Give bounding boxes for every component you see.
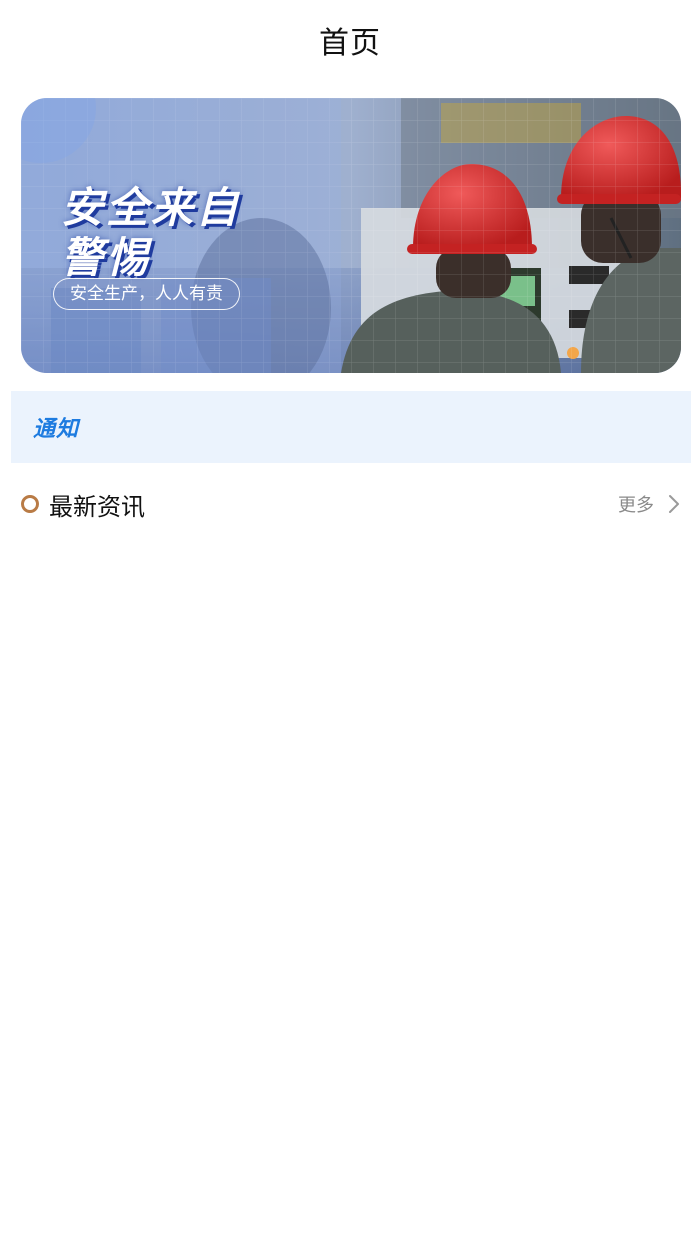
home-page: 首页 安全来自 警惕 安全生产，人人有责 通知 最新资讯 更多 [0,0,700,1244]
chevron-right-icon [668,494,680,514]
news-section-header: 最新资讯 更多 [0,474,700,534]
circle-outline-icon [21,495,39,513]
more-label: 更多 [618,495,654,516]
more-news-link[interactable]: 更多 [618,474,680,534]
banner-slogan: 安全生产，人人有责 [53,278,240,310]
news-section-title: 最新资讯 [49,492,145,521]
notice-label: 通知 [33,417,80,442]
banner-carousel[interactable]: 安全来自 警惕 安全生产，人人有责 [21,98,681,373]
page-title: 首页 [319,26,381,61]
navigation-bar: 首页 [0,0,700,80]
notice-bar[interactable]: 通知 [11,391,691,463]
banner-headline-line2: 警惕 [61,233,152,282]
